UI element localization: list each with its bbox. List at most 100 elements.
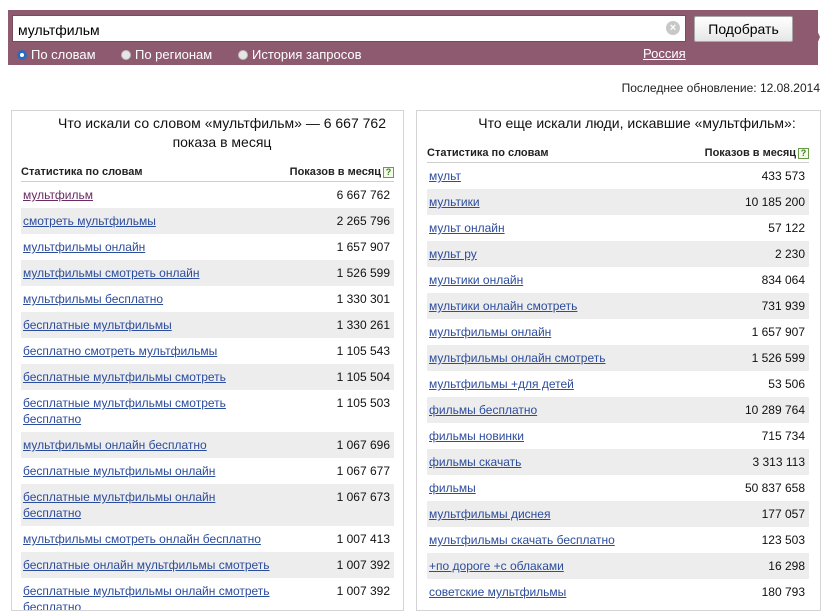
shows-count: 10 185 200 — [744, 195, 805, 209]
phrase-link[interactable]: бесплатные мультфильмы — [23, 317, 172, 333]
phrase-link[interactable]: мульт ру — [429, 246, 477, 262]
table-row: советские мультфильмы 180 793 — [427, 579, 809, 605]
phrase-link[interactable]: мультфильмы онлайн бесплатно — [23, 437, 207, 453]
phrase-link[interactable]: бесплатные мультфильмы онлайн бесплатно — [23, 489, 273, 521]
phrase-link[interactable]: мультфильмы онлайн — [429, 324, 551, 340]
shows-count: 1 330 301 — [336, 292, 390, 306]
table-row: мульт 433 573 — [427, 163, 809, 189]
left-panel: Что искали со словом «мультфильм» — 6 66… — [11, 110, 404, 611]
shows-count: 1 007 392 — [336, 558, 390, 572]
shows-count: 731 939 — [761, 299, 805, 313]
table-row: мультфильмы бесплатно 1 330 301 — [21, 286, 394, 312]
shows-count: 1 657 907 — [751, 325, 805, 339]
shows-count: 1 657 907 — [336, 240, 390, 254]
phrase-link[interactable]: мультфильм — [23, 187, 93, 203]
shows-count: 1 007 392 — [336, 584, 390, 598]
shows-count: 6 667 762 — [336, 188, 390, 202]
left-column-header: Статистика по словам Показов в месяц? — [21, 166, 394, 182]
phrase-link[interactable]: мультфильмы онлайн — [23, 239, 145, 255]
shows-count: 57 122 — [768, 221, 805, 235]
shows-count: 1 330 261 — [336, 318, 390, 332]
shows-count: 1 007 413 — [336, 532, 390, 546]
table-row: бесплатные мультфильмы 1 330 261 — [21, 312, 394, 338]
phrase-link[interactable]: бесплатные мультфильмы смотреть бесплатн… — [23, 395, 273, 427]
shows-count: 1 105 504 — [336, 370, 390, 384]
table-row: мульт ру 2 230 — [427, 241, 809, 267]
phrase-link[interactable]: мультфильмы +для детей — [429, 376, 574, 392]
mode-tab-label: По регионам — [135, 47, 213, 62]
phrase-link[interactable]: мультики онлайн — [429, 272, 523, 288]
phrase-link[interactable]: бесплатные мультфильмы онлайн смотреть б… — [23, 583, 273, 610]
shows-count: 3 313 113 — [752, 455, 806, 469]
radio-regions-icon[interactable] — [121, 49, 131, 60]
shows-count: 53 506 — [768, 377, 805, 391]
shows-count: 1 067 677 — [336, 464, 390, 478]
phrase-link[interactable]: мульт онлайн — [429, 220, 505, 236]
phrase-link[interactable]: фильмы скачать — [429, 454, 521, 470]
mode-tab-words[interactable]: По словам — [17, 47, 96, 62]
table-row: мультфильм 6 667 762 — [21, 182, 394, 208]
phrase-link[interactable]: мультики — [429, 194, 480, 210]
shows-count: 715 734 — [761, 429, 805, 443]
table-row: бесплатные мультфильмы онлайн 1 067 677 — [21, 458, 394, 484]
help-icon[interactable]: ? — [798, 148, 809, 159]
radio-history-icon[interactable] — [238, 49, 248, 60]
right-column-header: Статистика по словам Показов в месяц? — [427, 147, 809, 163]
phrase-link[interactable]: фильмы бесплатно — [429, 402, 537, 418]
shows-count: 177 057 — [761, 507, 805, 521]
left-panel-title: Что искали со словом «мультфильм» — 6 66… — [57, 115, 387, 150]
phrase-link[interactable]: фильмы новинки — [429, 428, 524, 444]
shows-count: 1 526 599 — [336, 266, 390, 280]
table-row: фильмы 50 837 658 — [427, 475, 809, 501]
shows-count: 123 503 — [761, 533, 805, 547]
phrase-link[interactable]: мультфильмы диснея — [429, 506, 550, 522]
col-words-label: Статистика по словам — [427, 147, 549, 159]
phrase-link[interactable]: смотреть мультфильмы — [23, 213, 156, 229]
table-row: фильмы скачать 3 313 113 — [427, 449, 809, 475]
table-row: +по дороге +с облаками 16 298 — [427, 553, 809, 579]
phrase-link[interactable]: бесплатные мультфильмы онлайн — [23, 463, 215, 479]
col-shows: Показов в месяц? — [290, 166, 394, 178]
col-shows: Показов в месяц? — [705, 147, 809, 159]
phrase-link[interactable]: фильмы — [429, 480, 476, 496]
radio-words-icon[interactable] — [17, 49, 27, 60]
right-panel-title: Что еще искали люди, искавшие «мультфиль… — [478, 115, 796, 131]
shows-count: 1 067 696 — [336, 438, 390, 452]
table-row: бесплатные онлайн мультфильмы смотреть 1 … — [21, 552, 394, 578]
region-link[interactable]: Россия — [643, 46, 686, 61]
phrase-link[interactable]: мультфильмы бесплатно — [23, 291, 163, 307]
col-words-label: Статистика по словам — [21, 166, 143, 178]
phrase-link[interactable]: мультики онлайн смотреть — [429, 298, 577, 314]
table-row: фильмы новинки 715 734 — [427, 423, 809, 449]
phrase-link[interactable]: мультфильмы скачать бесплатно — [429, 532, 615, 548]
table-row: мультики онлайн смотреть 731 939 — [427, 293, 809, 319]
search-input[interactable] — [12, 15, 686, 42]
mode-tab-history[interactable]: История запросов — [238, 47, 362, 62]
phrase-link[interactable]: +по дороге +с облаками — [429, 558, 564, 574]
phrase-link[interactable]: советские мультфильмы — [429, 584, 566, 600]
table-row: мультфильмы смотреть онлайн 1 526 599 — [21, 260, 394, 286]
table-row: мульт онлайн 57 122 — [427, 215, 809, 241]
phrase-link[interactable]: бесплатные онлайн мультфильмы смотреть — [23, 557, 270, 573]
phrase-link[interactable]: мультфильмы смотреть онлайн бесплатно — [23, 531, 261, 547]
submit-button[interactable]: Подобрать — [694, 16, 793, 42]
phrase-link[interactable]: мультфильмы смотреть онлайн — [23, 265, 199, 281]
shows-count: 1 067 673 — [336, 490, 390, 504]
phrase-link[interactable]: бесплатно смотреть мультфильмы — [23, 343, 217, 359]
col-shows-label: Показов в месяц — [289, 166, 381, 178]
table-row: бесплатно смотреть мультфильмы 1 105 543 — [21, 338, 394, 364]
left-rows: мультфильм 6 667 762 смотреть мультфильмы 2… — [21, 182, 394, 610]
table-row: бесплатные мультфильмы онлайн смотреть б… — [21, 578, 394, 610]
mode-tab-regions[interactable]: По регионам — [121, 47, 212, 62]
mode-tab-label: История запросов — [252, 47, 362, 62]
phrase-link[interactable]: бесплатные мультфильмы смотреть — [23, 369, 226, 385]
phrase-link[interactable]: мульт — [429, 168, 461, 184]
table-row: бесплатные мультфильмы онлайн бесплатно 1… — [21, 484, 394, 526]
clear-icon[interactable]: × — [666, 21, 680, 35]
phrase-link[interactable]: мультфильмы онлайн смотреть — [429, 350, 605, 366]
shows-count: 433 573 — [761, 169, 805, 183]
help-icon[interactable]: ? — [383, 167, 394, 178]
table-row: фильмы бесплатно 10 289 764 — [427, 397, 809, 423]
col-shows-label: Показов в месяц — [704, 147, 796, 159]
table-row: мультфильмы онлайн смотреть 1 526 599 — [427, 345, 809, 371]
